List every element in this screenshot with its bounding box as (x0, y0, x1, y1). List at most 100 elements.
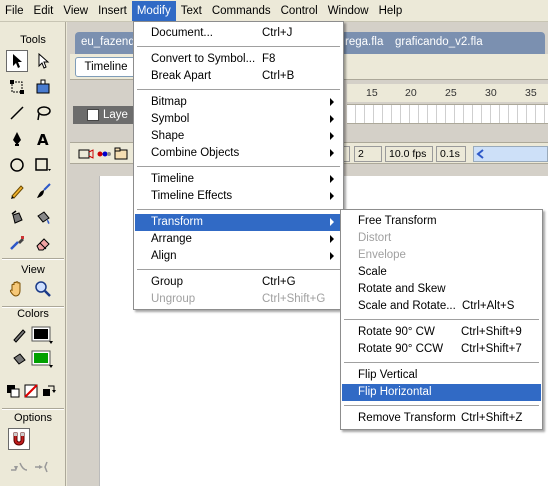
frame-rate: 10.0 fps (385, 146, 433, 162)
menu-separator (137, 89, 340, 90)
menu-item-envelope: Envelope (358, 249, 406, 261)
submenu-arrow-icon (330, 192, 334, 200)
menu-item-bitmap[interactable]: Bitmap (135, 94, 342, 111)
tools-divider (2, 408, 64, 410)
menu-item-remove-transform[interactable]: Remove Transform Ctrl+Shift+Z (342, 410, 541, 427)
menu-item-combine-objects[interactable]: Combine Objects (135, 145, 342, 162)
svg-text:A: A (37, 131, 49, 147)
subselect-icon[interactable] (32, 50, 54, 72)
brush-icon[interactable] (32, 180, 54, 202)
menu-window[interactable]: Window (323, 1, 374, 21)
colors-title: Colors (17, 308, 49, 320)
menu-edit[interactable]: Edit (29, 1, 59, 21)
frame-ruler: 15 20 25 30 35 (347, 84, 548, 102)
menu-help[interactable]: Help (374, 1, 408, 21)
modify-menu: Document... Ctrl+J Convert to Symbol... F8… (133, 21, 344, 310)
transform-submenu: Free Transform Distort Envelope Scale Ro… (340, 209, 543, 430)
menu-item-arrange[interactable]: Arrange (135, 231, 342, 248)
menu-bar: File Edit View Insert Modify Text Comman… (0, 0, 548, 22)
menu-insert[interactable]: Insert (93, 1, 132, 21)
menu-item-document[interactable]: Document... Ctrl+J (135, 25, 342, 42)
menu-item-rotate-and-skew[interactable]: Rotate and Skew (342, 281, 541, 298)
hand-icon[interactable] (6, 278, 28, 300)
menu-item-timeline[interactable]: Timeline (135, 171, 342, 188)
submenu-arrow-icon (330, 115, 334, 123)
menu-item-symbol[interactable]: Symbol (135, 111, 342, 128)
smooth-icon[interactable] (8, 456, 30, 478)
oval-icon[interactable] (6, 154, 28, 176)
menu-separator (137, 269, 340, 270)
menu-item-ungroup: Ungroup Ctrl+Shift+G (151, 293, 326, 305)
arrow-icon[interactable] (6, 50, 28, 72)
lasso-icon[interactable] (32, 102, 54, 124)
menu-separator (137, 166, 340, 167)
menu-item-shape[interactable]: Shape (135, 128, 342, 145)
stroke-color-icon[interactable] (8, 324, 30, 346)
menu-item-break-apart[interactable]: Break Apart Ctrl+B (135, 68, 342, 85)
submenu-arrow-icon (330, 175, 334, 183)
eraser-icon[interactable] (32, 232, 54, 254)
stroke-color-swatch[interactable] (30, 324, 56, 346)
menu-view[interactable]: View (58, 1, 93, 21)
layer-row[interactable]: Laye (73, 106, 133, 124)
fill-transform-icon[interactable] (32, 76, 54, 98)
pencil-icon[interactable] (6, 180, 28, 202)
line-icon[interactable] (6, 102, 28, 124)
timeline-frames[interactable] (347, 104, 548, 124)
layer-label: Laye (103, 109, 128, 121)
menu-control[interactable]: Control (276, 1, 323, 21)
center-frame-icon[interactable] (78, 147, 94, 161)
menu-separator (344, 405, 539, 406)
zoom-icon[interactable] (32, 278, 54, 300)
menu-item-scale-and-rotate[interactable]: Scale and Rotate... Ctrl+Alt+S (342, 298, 541, 315)
menu-commands[interactable]: Commands (207, 1, 276, 21)
onion-skin-icon[interactable] (96, 147, 112, 161)
scroll-left-icon[interactable] (476, 149, 486, 159)
pen-icon[interactable] (6, 128, 28, 150)
tools-divider (2, 258, 64, 260)
snap-magnet-icon[interactable] (8, 428, 30, 450)
submenu-arrow-icon (330, 218, 334, 226)
edit-frames-icon[interactable] (114, 147, 128, 161)
menu-modify[interactable]: Modify (131, 0, 176, 21)
menu-item-rotate-90-cw[interactable]: Rotate 90° CW Ctrl+Shift+9 (342, 324, 541, 341)
ruler-mark: 20 (405, 87, 417, 99)
menu-item-scale[interactable]: Scale (342, 264, 541, 281)
menu-text[interactable]: Text (176, 1, 207, 21)
menu-item-group[interactable]: Group Ctrl+G (135, 274, 342, 291)
tab-graficando[interactable]: graficando_v2.fla (395, 36, 483, 52)
paint-bucket-icon[interactable] (32, 206, 54, 228)
elapsed-time: 0.1s (436, 146, 466, 162)
submenu-arrow-icon (330, 98, 334, 106)
menu-item-rotate-90-ccw[interactable]: Rotate 90° CCW Ctrl+Shift+7 (342, 341, 541, 358)
ink-bottle-icon[interactable] (6, 206, 28, 228)
menu-item-transform[interactable]: Transform (135, 214, 342, 231)
no-color-icon[interactable] (22, 382, 40, 400)
menu-item-convert-to-symbol[interactable]: Convert to Symbol... F8 (135, 51, 342, 68)
fill-color-icon[interactable] (8, 348, 30, 370)
tools-title: Tools (20, 34, 46, 46)
menu-item-flip-horizontal[interactable]: Flip Horizontal (342, 384, 541, 401)
ruler-mark: 15 (366, 87, 378, 99)
menu-file[interactable]: File (0, 1, 29, 21)
text-icon[interactable]: A (32, 128, 54, 150)
tab-rega[interactable]: rega.fla (345, 36, 383, 52)
submenu-arrow-icon (330, 252, 334, 260)
menu-item-align[interactable]: Align (135, 248, 342, 265)
timeline-button[interactable]: Timeline (75, 57, 137, 77)
menu-separator (137, 46, 340, 47)
options-title: Options (14, 412, 52, 424)
menu-separator (344, 362, 539, 363)
free-transform-icon[interactable] (6, 76, 28, 98)
eyedropper-icon[interactable] (6, 232, 28, 254)
fill-color-swatch[interactable] (30, 348, 56, 370)
timeline-scrollbar[interactable] (473, 146, 548, 162)
tab-eu-fazend[interactable]: eu_fazend (81, 36, 135, 52)
menu-item-flip-vertical[interactable]: Flip Vertical (342, 367, 541, 384)
menu-item-timeline-effects[interactable]: Timeline Effects (135, 188, 342, 205)
rectangle-icon[interactable] (32, 154, 54, 176)
swap-colors-icon[interactable] (40, 382, 58, 400)
menu-item-free-transform[interactable]: Free Transform (342, 213, 541, 230)
straighten-icon[interactable] (32, 456, 54, 478)
black-white-icon[interactable] (4, 382, 22, 400)
